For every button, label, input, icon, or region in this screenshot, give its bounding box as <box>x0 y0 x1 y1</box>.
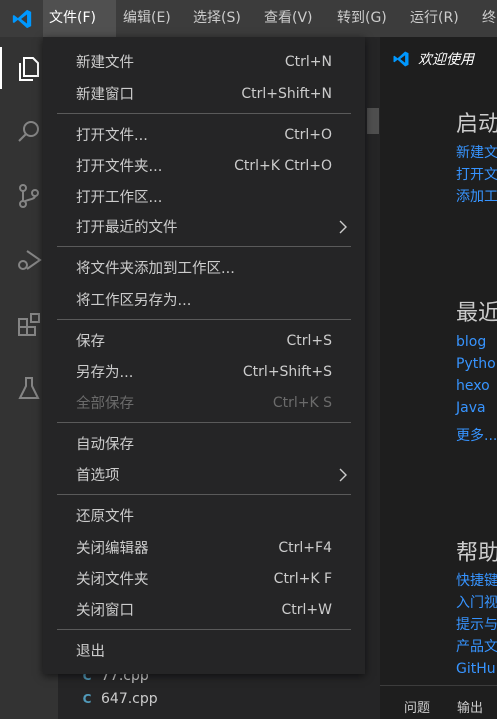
tab-label: 欢迎使用 <box>418 52 474 68</box>
menu-item-open-recent[interactable]: 打开最近的文件 <box>43 211 365 242</box>
menu-go[interactable]: 转到(G) <box>331 0 393 37</box>
help-link[interactable]: GitHu <box>456 658 496 680</box>
menu-item-open-workspace[interactable]: 打开工作区... <box>43 181 365 212</box>
menu-item-new-file[interactable]: 新建文件 Ctrl+N <box>43 46 365 77</box>
menu-item-open-folder[interactable]: 打开文件夹... Ctrl+K Ctrl+O <box>43 150 365 181</box>
menu-edit[interactable]: 编辑(E) <box>117 0 177 37</box>
menu-separator <box>57 113 351 114</box>
menu-file[interactable]: 文件(F) <box>43 0 116 37</box>
help-link[interactable]: 快捷键 <box>456 570 497 592</box>
vscode-logo-icon <box>393 51 409 67</box>
menu-item-close-folder[interactable]: 关闭文件夹 Ctrl+K F <box>43 563 365 594</box>
sidebar-scrollbar[interactable] <box>367 108 379 134</box>
file-item[interactable]: C 647.cpp <box>80 688 158 710</box>
menu-item-save-as[interactable]: 另存为... Ctrl+Shift+S <box>43 356 365 387</box>
menu-item-new-window[interactable]: 新建窗口 Ctrl+Shift+N <box>43 78 365 109</box>
recent-link[interactable]: Java <box>456 397 486 419</box>
recent-more-link[interactable]: 更多... <box>456 425 497 447</box>
tab-welcome[interactable]: 欢迎使用 <box>380 37 497 81</box>
start-heading: 启动 <box>456 112 497 137</box>
cpp-file-icon: C <box>82 692 92 706</box>
start-link[interactable]: 添加工 <box>456 186 497 208</box>
recent-link[interactable]: Pytho <box>456 353 496 375</box>
menu-item-close-editor[interactable]: 关闭编辑器 Ctrl+F4 <box>43 532 365 563</box>
menu-item-exit[interactable]: 退出 <box>43 635 365 666</box>
menu-terminal[interactable]: 终 <box>476 0 497 37</box>
recent-link[interactable]: hexo <box>456 375 490 397</box>
menu-separator <box>57 246 351 247</box>
menu-item-revert-file[interactable]: 还原文件 <box>43 500 365 531</box>
start-link[interactable]: 打开文 <box>456 164 497 186</box>
help-link[interactable]: 入门视 <box>456 592 497 614</box>
menu-separator <box>57 422 351 423</box>
menu-separator <box>57 494 351 495</box>
menu-separator <box>57 629 351 630</box>
vscode-logo-icon <box>0 0 43 37</box>
panel-tab-problems[interactable]: 问题 <box>404 697 430 716</box>
menu-item-preferences[interactable]: 首选项 <box>43 459 365 490</box>
menu-item-add-folder-to-workspace[interactable]: 将文件夹添加到工作区... <box>43 252 365 283</box>
start-link[interactable]: 新建文 <box>456 142 497 164</box>
help-link[interactable]: 产品文 <box>456 636 497 658</box>
menu-item-save-workspace-as[interactable]: 将工作区另存为... <box>43 284 365 315</box>
recent-heading: 最近 <box>456 301 497 326</box>
menu-item-open-file[interactable]: 打开文件... Ctrl+O <box>43 119 365 150</box>
menubar: 文件(F) 编辑(E) 选择(S) 查看(V) 转到(G) 运行(R) 终 <box>0 0 497 37</box>
panel-tab-output[interactable]: 输出 <box>457 697 483 716</box>
menu-item-close-window[interactable]: 关闭窗口 Ctrl+W <box>43 594 365 625</box>
menu-item-auto-save[interactable]: 自动保存 <box>43 428 365 459</box>
recent-link[interactable]: blog <box>456 331 486 353</box>
help-link[interactable]: 提示与 <box>456 614 497 636</box>
chevron-right-icon <box>337 220 349 238</box>
menu-separator <box>57 319 351 320</box>
help-heading: 帮助 <box>456 541 497 566</box>
file-name: 647.cpp <box>101 691 158 707</box>
menu-item-save-all: 全部保存 Ctrl+K S <box>76 394 332 413</box>
menu-selection[interactable]: 选择(S) <box>187 0 247 37</box>
menu-run[interactable]: 运行(R) <box>404 0 465 37</box>
chevron-right-icon <box>337 468 349 486</box>
menu-view[interactable]: 查看(V) <box>258 0 319 37</box>
menu-item-save[interactable]: 保存 Ctrl+S <box>43 325 365 356</box>
